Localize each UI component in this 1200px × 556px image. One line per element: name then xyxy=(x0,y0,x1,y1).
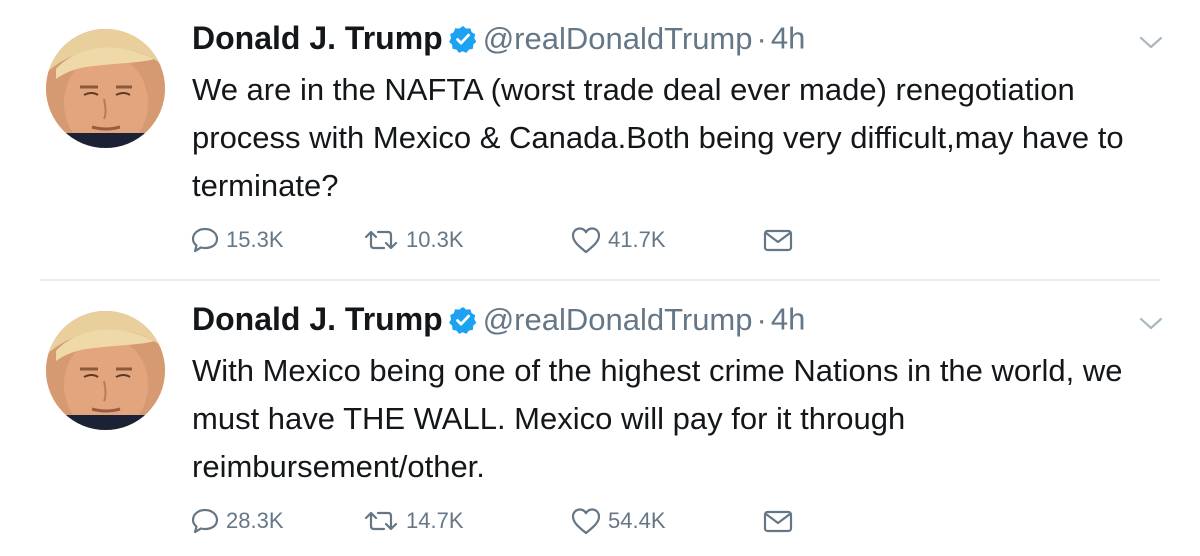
meta-separator: · xyxy=(756,20,767,56)
author-name[interactable]: Donald J. Trump xyxy=(192,301,443,337)
envelope-icon xyxy=(763,510,793,533)
verified-badge-icon xyxy=(448,25,477,53)
reply-icon xyxy=(191,508,219,534)
like-count: 41.7K xyxy=(608,227,666,252)
heart-icon xyxy=(571,227,601,254)
timestamp[interactable]: 4h xyxy=(771,21,805,56)
retweet-icon xyxy=(364,511,398,531)
reply-button[interactable]: 28.3K xyxy=(190,504,284,538)
like-button[interactable]: 41.7K xyxy=(570,223,666,257)
reply-button[interactable]: 15.3K xyxy=(190,223,284,257)
retweet-count: 14.7K xyxy=(406,508,464,533)
tweet-actions: 15.3K 10.3K 41.7K xyxy=(190,223,810,257)
retweet-icon xyxy=(364,230,398,250)
author-handle[interactable]: @realDonaldTrump xyxy=(483,21,753,56)
avatar[interactable] xyxy=(46,311,165,430)
tweet-text: We are in the NAFTA (worst trade deal ev… xyxy=(192,72,1124,203)
timestamp[interactable]: 4h xyxy=(771,302,805,337)
avatar[interactable] xyxy=(46,29,165,148)
timeline: Donald J. Trump @realDonaldTrump · 4h We ar… xyxy=(0,0,1200,556)
direct-message-button[interactable] xyxy=(762,223,794,257)
retweet-button[interactable]: 10.3K xyxy=(362,223,464,257)
reply-icon xyxy=(191,227,219,253)
retweet-count: 10.3K xyxy=(406,227,464,252)
envelope-icon xyxy=(763,229,793,252)
like-button[interactable]: 54.4K xyxy=(570,504,666,538)
meta-separator: · xyxy=(756,301,767,337)
verified-badge-icon xyxy=(448,306,477,334)
chevron-down-icon[interactable] xyxy=(1138,34,1164,52)
tweet[interactable]: Donald J. Trump @realDonaldTrump · 4h With … xyxy=(0,281,1200,556)
heart-icon xyxy=(571,508,601,535)
chevron-down-icon[interactable] xyxy=(1138,315,1164,333)
author-handle[interactable]: @realDonaldTrump xyxy=(483,302,753,337)
reply-count: 15.3K xyxy=(226,227,284,252)
tweet-header: Donald J. Trump @realDonaldTrump · 4h xyxy=(192,301,805,343)
tweet-text: With Mexico being one of the highest cri… xyxy=(192,353,1123,484)
author-name[interactable]: Donald J. Trump xyxy=(192,20,443,56)
tweet-actions: 28.3K 14.7K 54.4K xyxy=(190,504,810,538)
retweet-button[interactable]: 14.7K xyxy=(362,504,464,538)
tweet-header: Donald J. Trump @realDonaldTrump · 4h xyxy=(192,20,805,62)
direct-message-button[interactable] xyxy=(762,504,794,538)
reply-count: 28.3K xyxy=(226,508,284,533)
tweet[interactable]: Donald J. Trump @realDonaldTrump · 4h We ar… xyxy=(0,0,1200,280)
like-count: 54.4K xyxy=(608,508,666,533)
